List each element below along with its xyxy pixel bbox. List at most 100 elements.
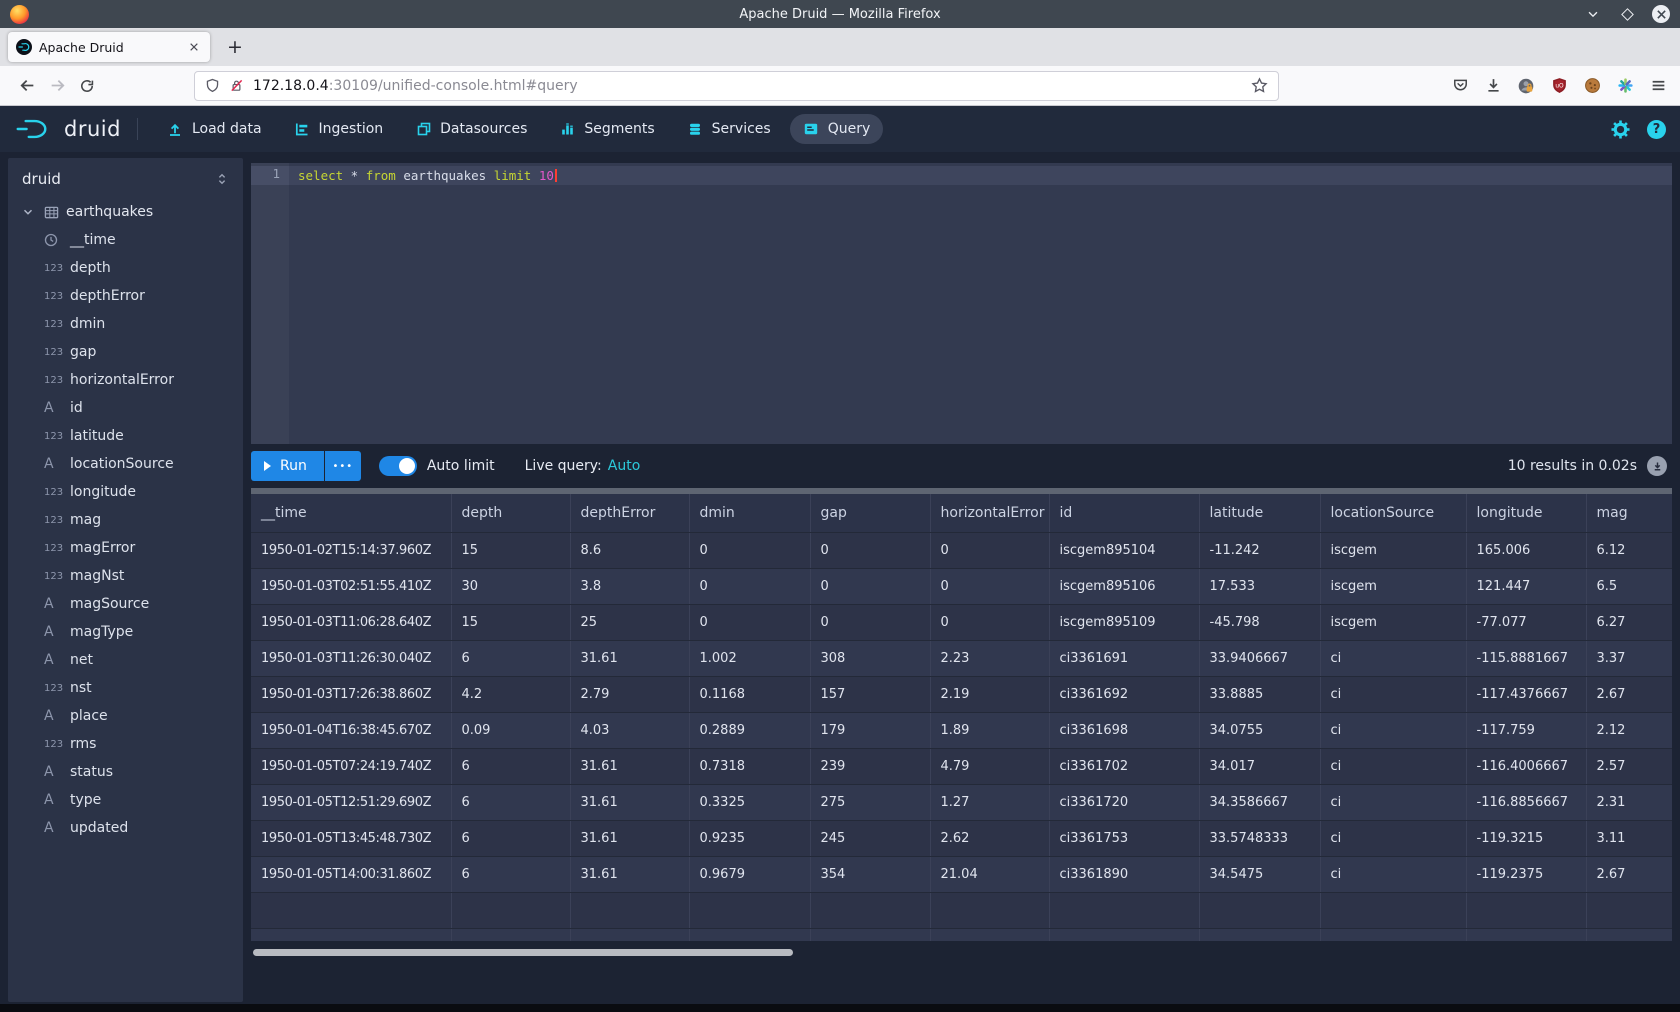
table-cell[interactable]: iscgem895109: [1049, 604, 1199, 640]
column-header-gap[interactable]: gap: [810, 494, 930, 532]
column-header-latitude[interactable]: latitude: [1199, 494, 1320, 532]
table-cell[interactable]: 6: [451, 748, 570, 784]
table-cell[interactable]: 33.8885: [1199, 676, 1320, 712]
table-cell[interactable]: iscgem895104: [1049, 532, 1199, 568]
table-cell[interactable]: 6: [451, 856, 570, 892]
table-cell[interactable]: 2.79: [570, 676, 689, 712]
table-cell[interactable]: 30: [451, 568, 570, 604]
table-cell[interactable]: ci3361753: [1049, 820, 1199, 856]
help-icon[interactable]: ?: [1647, 120, 1666, 139]
account-extension-icon[interactable]: [1516, 76, 1536, 96]
table-cell[interactable]: 31.61: [570, 820, 689, 856]
window-minimize-icon[interactable]: [1584, 5, 1602, 23]
schema-column-magError[interactable]: 123magError: [8, 534, 243, 562]
table-cell[interactable]: ci: [1320, 676, 1466, 712]
table-cell[interactable]: 1950-01-05T13:45:48.730Z: [251, 820, 451, 856]
nav-services[interactable]: Services: [674, 114, 784, 144]
table-cell[interactable]: 15: [451, 604, 570, 640]
table-cell[interactable]: 17.533: [1199, 568, 1320, 604]
table-cell[interactable]: ci3361720: [1049, 784, 1199, 820]
table-cell[interactable]: 0: [930, 532, 1049, 568]
download-results-icon[interactable]: [1647, 456, 1667, 476]
column-header-depthError[interactable]: depthError: [570, 494, 689, 532]
column-header-depth[interactable]: depth: [451, 494, 570, 532]
table-cell[interactable]: 4.03: [570, 712, 689, 748]
column-header-longitude[interactable]: longitude: [1466, 494, 1586, 532]
schema-column-gap[interactable]: 123gap: [8, 338, 243, 366]
pocket-icon[interactable]: [1450, 76, 1470, 96]
cookie-extension-icon[interactable]: [1582, 76, 1602, 96]
table-cell[interactable]: 2.57: [1586, 748, 1672, 784]
table-cell[interactable]: 0: [810, 568, 930, 604]
menu-hamburger-icon[interactable]: [1648, 76, 1668, 96]
table-cell[interactable]: -45.798: [1199, 604, 1320, 640]
schema-column-magType[interactable]: AmagType: [8, 618, 243, 646]
schema-column-longitude[interactable]: 123longitude: [8, 478, 243, 506]
column-header-dmin[interactable]: dmin: [689, 494, 810, 532]
table-cell[interactable]: 354: [810, 856, 930, 892]
table-cell[interactable]: 15: [451, 532, 570, 568]
table-cell[interactable]: 6.5: [1586, 568, 1672, 604]
table-cell[interactable]: ci: [1320, 712, 1466, 748]
table-cell[interactable]: 3.11: [1586, 820, 1672, 856]
schema-name[interactable]: druid: [22, 170, 215, 188]
table-cell[interactable]: 6: [451, 820, 570, 856]
table-cell[interactable]: ci3361698: [1049, 712, 1199, 748]
table-cell[interactable]: 31.61: [570, 640, 689, 676]
schema-column-dmin[interactable]: 123dmin: [8, 310, 243, 338]
table-cell[interactable]: 0: [930, 568, 1049, 604]
table-cell[interactable]: 1950-01-03T11:06:28.640Z: [251, 604, 451, 640]
table-cell[interactable]: 1950-01-05T14:00:31.860Z: [251, 856, 451, 892]
table-cell[interactable]: 0.3325: [689, 784, 810, 820]
table-cell[interactable]: 0: [689, 532, 810, 568]
table-cell[interactable]: 25: [570, 604, 689, 640]
column-header-locationSource[interactable]: locationSource: [1320, 494, 1466, 532]
table-cell[interactable]: ci3361691: [1049, 640, 1199, 676]
table-cell[interactable]: 34.3586667: [1199, 784, 1320, 820]
sort-icon[interactable]: [215, 172, 229, 186]
table-cell[interactable]: 275: [810, 784, 930, 820]
schema-column-place[interactable]: Aplace: [8, 702, 243, 730]
druid-brand[interactable]: druid: [14, 115, 121, 143]
table-cell[interactable]: 0: [930, 604, 1049, 640]
table-cell[interactable]: 1950-01-03T02:51:55.410Z: [251, 568, 451, 604]
insecure-lock-icon[interactable]: [229, 78, 244, 93]
table-cell[interactable]: 0: [810, 532, 930, 568]
table-cell[interactable]: 1950-01-03T17:26:38.860Z: [251, 676, 451, 712]
url-text[interactable]: 172.18.0.4:30109/unified-console.html#qu…: [253, 78, 1242, 94]
schema-column-latitude[interactable]: 123latitude: [8, 422, 243, 450]
run-button[interactable]: Run: [251, 451, 324, 481]
table-cell[interactable]: 34.0755: [1199, 712, 1320, 748]
nav-datasources[interactable]: Datasources: [402, 114, 540, 144]
new-tab-button[interactable]: +: [220, 32, 250, 62]
table-cell[interactable]: -116.8856667: [1466, 784, 1586, 820]
forward-icon[interactable]: [42, 71, 72, 101]
table-cell[interactable]: 2.23: [930, 640, 1049, 676]
table-cell[interactable]: 0.09: [451, 712, 570, 748]
table-cell[interactable]: -119.2375: [1466, 856, 1586, 892]
table-cell[interactable]: iscgem: [1320, 604, 1466, 640]
table-cell[interactable]: 179: [810, 712, 930, 748]
table-cell[interactable]: 2.67: [1586, 856, 1672, 892]
nav-query[interactable]: Query: [790, 114, 884, 144]
table-cell[interactable]: 33.5748333: [1199, 820, 1320, 856]
table-cell[interactable]: 34.017: [1199, 748, 1320, 784]
table-cell[interactable]: 31.61: [570, 748, 689, 784]
table-cell[interactable]: 0: [689, 568, 810, 604]
table-cell[interactable]: 3.8: [570, 568, 689, 604]
table-cell[interactable]: 2.62: [930, 820, 1049, 856]
table-cell[interactable]: 245: [810, 820, 930, 856]
schema-column-id[interactable]: Aid: [8, 394, 243, 422]
table-cell[interactable]: ci: [1320, 748, 1466, 784]
table-cell[interactable]: ci: [1320, 820, 1466, 856]
table-cell[interactable]: -117.759: [1466, 712, 1586, 748]
table-cell[interactable]: 6.12: [1586, 532, 1672, 568]
table-cell[interactable]: 239: [810, 748, 930, 784]
table-cell[interactable]: 8.6: [570, 532, 689, 568]
table-cell[interactable]: 1.002: [689, 640, 810, 676]
bookmark-star-icon[interactable]: [1251, 77, 1268, 94]
table-cell[interactable]: -116.4006667: [1466, 748, 1586, 784]
schema-column-nst[interactable]: 123nst: [8, 674, 243, 702]
table-cell[interactable]: 3.37: [1586, 640, 1672, 676]
horizontal-scrollbar-thumb[interactable]: [253, 949, 793, 956]
